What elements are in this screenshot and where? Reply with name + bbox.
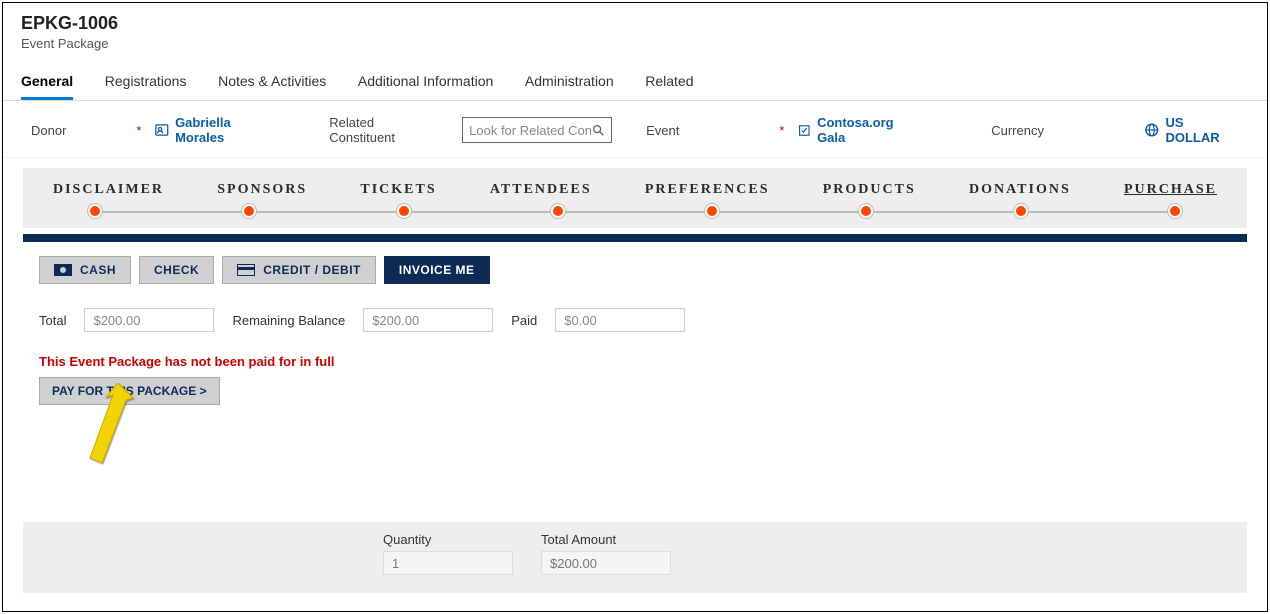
step-tickets[interactable]: TICKETS: [360, 182, 436, 198]
pay-for-package-button[interactable]: PAY FOR THIS PACKAGE >: [39, 377, 220, 405]
step-dot[interactable]: [88, 204, 102, 218]
step-products[interactable]: PRODUCTS: [823, 182, 916, 198]
payment-method-invoice[interactable]: INVOICE ME: [384, 256, 490, 284]
remaining-label: Remaining Balance: [232, 313, 345, 328]
cash-icon: [54, 264, 72, 276]
total-value: $200.00: [84, 308, 214, 332]
step-sponsors[interactable]: SPONSORS: [217, 182, 307, 198]
tab-related[interactable]: Related: [645, 65, 693, 100]
step-dot[interactable]: [397, 204, 411, 218]
quantity-label: Quantity: [383, 532, 513, 547]
contact-icon: [155, 123, 169, 137]
step-dot[interactable]: [242, 204, 256, 218]
context-form-row: Donor * Gabriella Morales Related Consti…: [3, 101, 1267, 158]
event-label: Event: [646, 123, 679, 138]
currency-value: US DOLLAR: [1165, 115, 1239, 145]
search-icon: [591, 123, 605, 137]
step-dot[interactable]: [859, 204, 873, 218]
required-asterisk: *: [136, 123, 141, 138]
card-icon: [237, 264, 255, 276]
donor-label: Donor: [31, 123, 66, 138]
invoice-label: INVOICE ME: [399, 263, 475, 277]
payment-method-credit[interactable]: CREDIT / DEBIT: [222, 256, 376, 284]
globe-icon: [1144, 122, 1160, 138]
tab-general[interactable]: General: [21, 65, 73, 100]
remaining-value: $200.00: [363, 308, 493, 332]
summary-footer: Quantity 1 Total Amount $200.00: [23, 522, 1247, 593]
total-label: Total: [39, 313, 66, 328]
step-disclaimer[interactable]: DISCLAIMER: [53, 182, 164, 198]
event-value: Contosa.org Gala: [817, 115, 922, 145]
payment-method-cash[interactable]: CASH: [39, 256, 131, 284]
donor-value: Gabriella Morales: [175, 115, 280, 145]
total-amount-label: Total Amount: [541, 532, 671, 547]
related-constituent-label: Related Constituent: [329, 115, 440, 145]
paid-label: Paid: [511, 313, 537, 328]
currency-label: Currency: [991, 123, 1044, 138]
tabstrip: General Registrations Notes & Activities…: [3, 65, 1267, 101]
record-id: EPKG-1006: [21, 13, 1249, 34]
search-placeholder: Look for Related Con: [469, 123, 591, 138]
tab-registrations[interactable]: Registrations: [105, 65, 187, 100]
currency-lookup[interactable]: US DOLLAR: [1144, 115, 1239, 145]
step-dot[interactable]: [551, 204, 565, 218]
donor-lookup[interactable]: Gabriella Morales: [155, 115, 280, 145]
step-preferences[interactable]: PREFERENCES: [645, 182, 770, 198]
tab-additional-info[interactable]: Additional Information: [358, 65, 493, 100]
step-donations[interactable]: DONATIONS: [969, 182, 1071, 198]
entity-type: Event Package: [21, 36, 1249, 51]
tab-notes[interactable]: Notes & Activities: [218, 65, 326, 100]
cash-label: CASH: [80, 263, 116, 277]
payment-method-check[interactable]: CHECK: [139, 256, 214, 284]
paid-value: $0.00: [555, 308, 685, 332]
step-attendees[interactable]: ATTENDEES: [490, 182, 592, 198]
required-asterisk: *: [779, 123, 784, 138]
step-dot[interactable]: [705, 204, 719, 218]
related-constituent-search[interactable]: Look for Related Con: [462, 117, 612, 143]
event-lookup[interactable]: Contosa.org Gala: [798, 115, 922, 145]
credit-label: CREDIT / DEBIT: [263, 263, 361, 277]
section-divider: [23, 234, 1247, 242]
tab-administration[interactable]: Administration: [525, 65, 614, 100]
step-purchase[interactable]: PURCHASE: [1124, 182, 1217, 198]
check-label: CHECK: [154, 263, 199, 277]
payment-warning: This Event Package has not been paid for…: [39, 354, 1231, 369]
total-amount-value: $200.00: [541, 551, 671, 575]
event-icon: [798, 124, 811, 137]
step-dot[interactable]: [1168, 204, 1182, 218]
quantity-value: 1: [383, 551, 513, 575]
step-dot[interactable]: [1014, 204, 1028, 218]
